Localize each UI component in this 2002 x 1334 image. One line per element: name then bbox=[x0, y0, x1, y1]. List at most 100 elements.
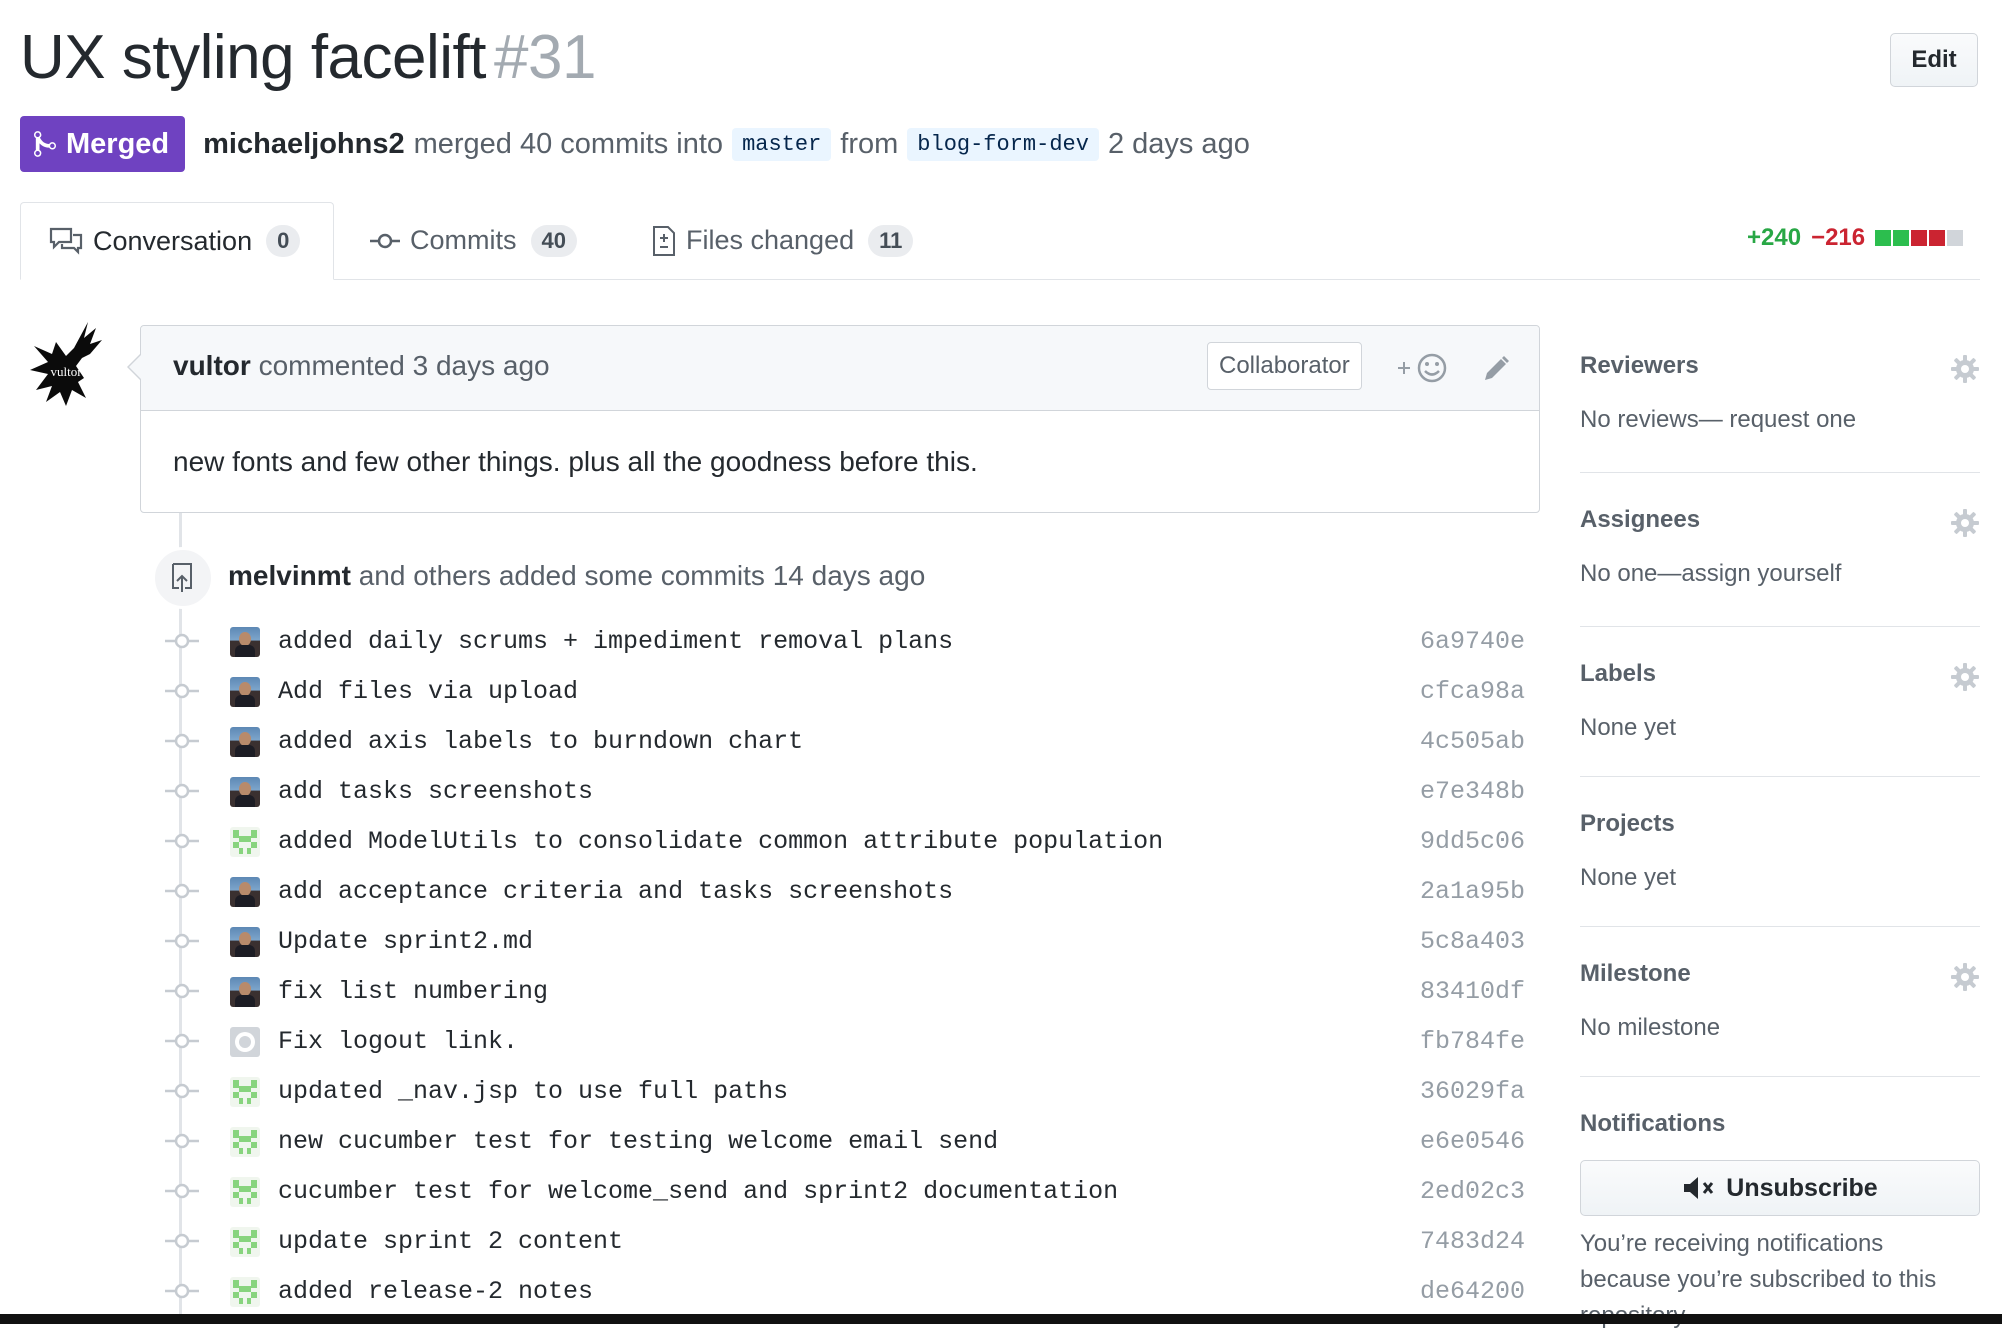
tab-conversation[interactable]: Conversation 0 bbox=[20, 202, 334, 280]
event-author-link[interactable]: melvinmt bbox=[228, 560, 351, 591]
commit-sha-link[interactable]: fb784fe bbox=[1420, 1027, 1525, 1056]
comment-header: vultor commented 3 days ago Collaborator bbox=[141, 326, 1539, 411]
commit-sha-link[interactable]: 83410df bbox=[1420, 977, 1525, 1006]
commenter-avatar[interactable]: vultor bbox=[26, 320, 106, 412]
git-commit-icon bbox=[165, 1283, 199, 1299]
labels-value: None yet bbox=[1580, 714, 1677, 741]
unsubscribe-button[interactable]: Unsubscribe bbox=[1580, 1160, 1980, 1216]
sidebar-divider bbox=[1580, 472, 1980, 473]
commit-author-avatar[interactable] bbox=[230, 927, 260, 957]
merged-label: Merged bbox=[66, 127, 170, 160]
comment-discussion-icon bbox=[49, 227, 83, 255]
repo-push-icon bbox=[172, 563, 192, 592]
commit-row: Update sprint2.md 5c8a403 bbox=[160, 916, 1540, 966]
commit-message-link[interactable]: update sprint 2 content bbox=[278, 1227, 623, 1256]
sidebar-labels: Labels None yet bbox=[1580, 660, 1980, 742]
commit-row: new cucumber test for testing welcome em… bbox=[160, 1116, 1540, 1166]
commit-message-link[interactable]: fix list numbering bbox=[278, 977, 548, 1006]
commit-message-link[interactable]: Fix logout link. bbox=[278, 1027, 518, 1056]
commit-sha-link[interactable]: cfca98a bbox=[1420, 677, 1525, 706]
commit-message-link[interactable]: add acceptance criteria and tasks screen… bbox=[278, 877, 953, 906]
assignees-gear-icon[interactable] bbox=[1950, 508, 1980, 538]
git-commit-icon bbox=[165, 633, 199, 649]
commit-message-link[interactable]: added axis labels to burndown chart bbox=[278, 727, 803, 756]
commit-sha-link[interactable]: e6e0546 bbox=[1420, 1127, 1525, 1156]
commit-author-avatar[interactable] bbox=[230, 627, 260, 657]
head-branch[interactable]: blog-form-dev bbox=[907, 127, 1099, 161]
commit-author-avatar[interactable] bbox=[230, 1177, 260, 1207]
commit-author-avatar[interactable] bbox=[230, 1127, 260, 1157]
git-commit-icon bbox=[165, 683, 199, 699]
tab-files-label: Files changed bbox=[686, 225, 855, 255]
commit-row: add tasks screenshots e7e348b bbox=[160, 766, 1540, 816]
commit-sha-link[interactable]: 5c8a403 bbox=[1420, 927, 1525, 956]
commit-message-link[interactable]: added release-2 notes bbox=[278, 1277, 593, 1306]
commit-author-avatar[interactable] bbox=[230, 827, 260, 857]
commit-message-link[interactable]: new cucumber test for testing welcome em… bbox=[278, 1127, 998, 1156]
commit-author-avatar[interactable] bbox=[230, 677, 260, 707]
assignees-value[interactable]: No one—assign yourself bbox=[1580, 560, 1980, 588]
reviewers-value[interactable]: No reviews— request one bbox=[1580, 406, 1980, 434]
add-reaction-icon[interactable] bbox=[1396, 350, 1452, 386]
git-commit-icon bbox=[370, 233, 400, 248]
pr-author-link[interactable]: michaeljohns2 bbox=[203, 128, 404, 161]
commit-message-link[interactable]: Update sprint2.md bbox=[278, 927, 533, 956]
edit-button[interactable]: Edit bbox=[1890, 33, 1978, 87]
projects-heading[interactable]: Projects bbox=[1580, 810, 1980, 838]
git-commit-icon bbox=[165, 1133, 199, 1149]
commit-message-link[interactable]: add tasks screenshots bbox=[278, 777, 593, 806]
commit-author-avatar[interactable] bbox=[230, 1027, 260, 1057]
commit-author-avatar[interactable] bbox=[230, 1227, 260, 1257]
diffstat-block-neutral bbox=[1947, 230, 1964, 246]
comment-author-link[interactable]: vultor bbox=[173, 350, 251, 381]
commit-sha-link[interactable]: de64200 bbox=[1420, 1277, 1525, 1306]
commit-author-avatar[interactable] bbox=[230, 977, 260, 1007]
commit-sha-link[interactable]: 36029fa bbox=[1420, 1077, 1525, 1106]
event-text: and others added some commits 14 days ag… bbox=[358, 560, 926, 591]
sidebar-projects: Projects None yet bbox=[1580, 810, 1980, 892]
pr-meta: Merged michaeljohns2 merged 40 commits i… bbox=[20, 116, 1250, 172]
commit-sha-link[interactable]: e7e348b bbox=[1420, 777, 1525, 806]
commits-event-badge bbox=[152, 547, 214, 609]
commit-row: cucumber test for welcome_send and sprin… bbox=[160, 1166, 1540, 1216]
commit-sha-link[interactable]: 7483d24 bbox=[1420, 1227, 1525, 1256]
merged-time: 2 days ago bbox=[1107, 127, 1250, 160]
reviewers-heading[interactable]: Reviewers bbox=[1580, 352, 1980, 380]
commit-author-avatar[interactable] bbox=[230, 1077, 260, 1107]
tab-commits[interactable]: Commits 40 bbox=[370, 202, 577, 279]
assignees-heading[interactable]: Assignees bbox=[1580, 506, 1980, 534]
commit-row: updated _nav.jsp to use full paths 36029f… bbox=[160, 1066, 1540, 1116]
labels-heading[interactable]: Labels bbox=[1580, 660, 1980, 688]
commit-sha-link[interactable]: 6a9740e bbox=[1420, 627, 1525, 656]
git-commit-icon bbox=[165, 1083, 199, 1099]
edit-pencil-icon[interactable] bbox=[1481, 354, 1511, 384]
git-commit-icon bbox=[165, 983, 199, 999]
commit-message-link[interactable]: added ModelUtils to consolidate common a… bbox=[278, 827, 1163, 856]
diffstat-block-deleted bbox=[1911, 230, 1928, 246]
comment-action[interactable]: commented 3 days ago bbox=[259, 350, 550, 381]
milestone-gear-icon[interactable] bbox=[1950, 962, 1980, 992]
from-text: from bbox=[840, 127, 899, 160]
tab-files-changed[interactable]: Files changed 11 bbox=[652, 202, 914, 279]
commits-event-title: melvinmt and others added some commits 1… bbox=[228, 560, 925, 592]
commit-author-avatar[interactable] bbox=[230, 1277, 260, 1307]
commit-author-avatar[interactable] bbox=[230, 877, 260, 907]
commit-author-avatar[interactable] bbox=[230, 777, 260, 807]
commit-message-link[interactable]: cucumber test for welcome_send and sprin… bbox=[278, 1177, 1118, 1206]
commit-sha-link[interactable]: 2ed02c3 bbox=[1420, 1177, 1525, 1206]
base-branch[interactable]: master bbox=[732, 127, 832, 161]
commit-sha-link[interactable]: 4c505ab bbox=[1420, 727, 1525, 756]
commit-message-link[interactable]: updated _nav.jsp to use full paths bbox=[278, 1077, 788, 1106]
commit-message-link[interactable]: Add files via upload bbox=[278, 677, 578, 706]
commit-sha-link[interactable]: 2a1a95b bbox=[1420, 877, 1525, 906]
sidebar-notifications: Notifications bbox=[1580, 1110, 1980, 1138]
commit-author-avatar[interactable] bbox=[230, 727, 260, 757]
commit-sha-link[interactable]: 9dd5c06 bbox=[1420, 827, 1525, 856]
commit-message-link[interactable]: added daily scrums + impediment removal … bbox=[278, 627, 953, 656]
labels-gear-icon[interactable] bbox=[1950, 662, 1980, 692]
git-commit-icon bbox=[165, 883, 199, 899]
reviewers-gear-icon[interactable] bbox=[1950, 354, 1980, 384]
milestone-heading[interactable]: Milestone bbox=[1580, 960, 1980, 988]
diffstat-block-added bbox=[1875, 230, 1892, 246]
projects-value: None yet bbox=[1580, 864, 1677, 891]
